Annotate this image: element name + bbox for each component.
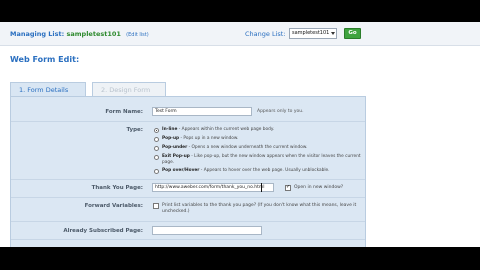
type-label: Type: [126,127,143,133]
browser-content: Managing List: sampletest101 (Edit list)… [0,22,480,247]
form-name-label: Form Name: [105,109,143,115]
tab-design-form[interactable]: 2. Design Form [92,82,166,96]
type-radio-inline[interactable] [154,128,159,133]
type-radio-popunder[interactable] [154,146,159,151]
edit-list-link[interactable]: (Edit list) [126,32,149,38]
form-name-hint: Appears only to you. [257,109,304,114]
divider [11,221,365,222]
forward-variables-description: Print list variables to the thank you pa… [162,203,357,214]
go-button[interactable]: Go [344,28,361,39]
text-cursor [261,183,262,192]
form-details-panel: Form Name: Test Form Appears only to you… [10,96,366,247]
type-option-hover: Pop over/Hover - Appears to hover over t… [162,168,330,173]
page-title: Web Form Edit: [10,55,80,64]
type-option-popunder: Pop-under - Opens a new window underneat… [162,145,308,150]
divider [11,197,365,198]
type-radio-exit-popup[interactable] [154,155,159,160]
change-list-value: sampletest101 [292,30,330,36]
type-radio-popup[interactable] [154,137,159,142]
divider [11,239,365,240]
form-name-input[interactable]: Test Form [152,107,252,116]
type-option-exit-popup: Exit Pop-up - Like pop-up, but the new w… [162,154,361,165]
divider [11,179,365,180]
thank-you-page-input[interactable]: http://www.aweber.com/form/thank_you_no.… [152,183,274,192]
divider [11,121,365,122]
open-new-window-checkbox[interactable] [285,184,291,191]
change-list-label: Change List: [245,30,286,38]
tab-form-details[interactable]: 1. Form Details [10,82,86,96]
open-new-window-label: Open in new window? [294,185,344,190]
managing-list-label: Managing List: sampletest101 (Edit list) [10,30,149,38]
list-header-bar: Managing List: sampletest101 (Edit list)… [0,22,480,46]
type-option-popup: Pop-up - Pops up in a new window. [162,136,239,141]
already-subscribed-label: Already Subscribed Page: [63,228,143,234]
type-radio-hover[interactable] [154,169,159,174]
chevron-down-icon [331,32,335,35]
type-option-inline: In-line - Appears within the current web… [162,127,275,132]
forward-variables-label: Forward Variables: [84,203,143,209]
already-subscribed-input[interactable] [152,226,262,235]
forward-variables-checkbox[interactable] [153,203,159,209]
thank-you-page-label: Thank You Page: [91,185,143,191]
change-list-select[interactable]: sampletest101 [289,28,337,39]
current-list-name: sampletest101 [66,30,121,38]
managing-label: Managing List: [10,30,65,38]
